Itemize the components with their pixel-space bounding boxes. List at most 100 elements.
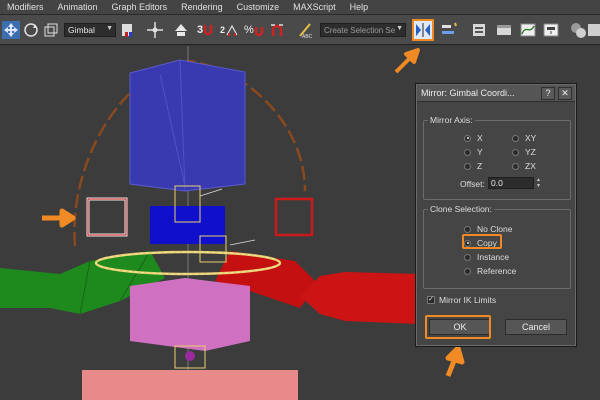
- axis-label-x: X: [477, 133, 483, 143]
- axis-radio-xy[interactable]: XY: [512, 133, 536, 143]
- clone-label-reference: Reference: [477, 266, 517, 276]
- axis-label-y: Y: [477, 147, 483, 157]
- rotate-tool[interactable]: [22, 20, 40, 40]
- layer-manager-button[interactable]: [470, 20, 488, 40]
- snaps-toggle-button[interactable]: 3: [197, 20, 213, 40]
- move-arrows-icon: [2, 21, 20, 39]
- rotate-icon: [24, 23, 38, 37]
- use-pivot-center-button[interactable]: [119, 20, 137, 40]
- menu-customize[interactable]: Customize: [230, 2, 287, 12]
- keyboard-shortcut-override-button[interactable]: [172, 20, 190, 40]
- help-button[interactable]: ?: [541, 87, 555, 100]
- menu-graph-editors[interactable]: Graph Editors: [105, 2, 175, 12]
- ribbon-icon: [497, 25, 511, 35]
- align-icon: [442, 22, 457, 34]
- curve-editor-button[interactable]: [519, 20, 537, 40]
- left-helper-box[interactable]: [86, 197, 128, 237]
- radio-selected-icon: [464, 134, 471, 142]
- curve-editor-icon: [520, 23, 536, 37]
- radio-icon: [512, 162, 519, 170]
- offset-spinner[interactable]: ▲ ▼: [535, 177, 542, 189]
- coord-system-value: Gimbal: [68, 25, 95, 35]
- red-right-leg-lower[interactable]: [300, 272, 420, 324]
- offset-input[interactable]: 0.0: [488, 177, 534, 189]
- scale-icon: [44, 23, 58, 37]
- align-button[interactable]: [440, 20, 458, 40]
- axis-label-yz: YZ: [525, 147, 536, 157]
- salmon-base-block[interactable]: [82, 370, 298, 400]
- mirror-ik-limits-checkbox[interactable]: ✓ Mirror IK Limits: [427, 295, 496, 305]
- render-setup-button[interactable]: [588, 20, 600, 40]
- named-selection-icon: ABC: [299, 23, 313, 39]
- mirror-dialog: Mirror: Gimbal Coordi... ? ✕ Mirror Axis…: [416, 84, 576, 346]
- scale-tool[interactable]: [42, 20, 60, 40]
- offset-value: 0.0: [491, 178, 503, 188]
- clone-label-no-clone: No Clone: [477, 224, 513, 234]
- menu-help[interactable]: Help: [343, 2, 376, 12]
- chevron-down-icon: ▼: [106, 25, 113, 32]
- named-selection-set-placeholder: Create Selection Se: [324, 25, 396, 35]
- mirror-axis-group: Mirror Axis: X Y Z XY YZ ZX Offset: 0.0 …: [423, 115, 571, 200]
- close-button[interactable]: ✕: [558, 87, 572, 100]
- menu-modifiers[interactable]: Modifiers: [0, 2, 51, 12]
- mirror-button[interactable]: [412, 19, 434, 41]
- annotation-arrow-mirror: [394, 48, 420, 74]
- blue-torso-upper[interactable]: [129, 59, 246, 192]
- manipulate-icon: [147, 22, 163, 38]
- spinner-snap-icon: [271, 24, 283, 36]
- named-selection-set-input[interactable]: Create Selection Se ▼: [320, 23, 406, 37]
- menu-maxscript[interactable]: MAXScript: [286, 2, 343, 12]
- annotation-arrow-helper: [42, 208, 76, 228]
- render-setup-icon: [588, 24, 600, 36]
- graphite-tools-button[interactable]: [495, 20, 513, 40]
- axis-label-xy: XY: [525, 133, 537, 143]
- checkbox-checked-icon: ✓: [427, 296, 435, 304]
- blue-pelvis-block[interactable]: [150, 206, 225, 244]
- chevron-down-icon: ▼: [396, 25, 403, 32]
- select-and-manipulate-button[interactable]: [146, 20, 164, 40]
- layers-icon: [473, 24, 485, 36]
- main-toolbar: Gimbal ▼ 3 2 % ABC Create Selection Se ▼: [0, 15, 600, 45]
- material-editor-button[interactable]: [569, 20, 587, 40]
- radio-icon: [512, 134, 519, 142]
- radio-icon: [512, 148, 519, 156]
- angle-snap-icon: [226, 24, 238, 36]
- radio-icon: [464, 267, 471, 275]
- percent-snap-label: %: [244, 24, 254, 36]
- material-editor-icon: [571, 23, 586, 38]
- edit-named-selection-button[interactable]: ABC: [297, 20, 315, 40]
- clone-radio-no-clone[interactable]: No Clone: [464, 224, 512, 234]
- spinner-snap-button[interactable]: [268, 20, 286, 40]
- mirror-icon: [416, 23, 430, 37]
- menu-rendering[interactable]: Rendering: [174, 2, 230, 12]
- axis-radio-zx[interactable]: ZX: [512, 161, 536, 171]
- dialog-title-bar[interactable]: Mirror: Gimbal Coordi... ? ✕: [417, 85, 575, 102]
- dialog-title: Mirror: Gimbal Coordi...: [421, 88, 515, 98]
- select-move-tool[interactable]: [2, 20, 20, 40]
- axis-radio-z[interactable]: Z: [464, 161, 482, 171]
- pink-lower-body[interactable]: [130, 278, 250, 351]
- radio-icon: [464, 253, 471, 261]
- radio-icon: [464, 225, 471, 233]
- coord-system-dropdown[interactable]: Gimbal ▼: [64, 23, 116, 37]
- annotation-arrow-ok: [445, 346, 465, 377]
- axis-radio-y[interactable]: Y: [464, 147, 483, 157]
- clone-radio-reference[interactable]: Reference: [464, 266, 516, 276]
- menu-bar: Modifiers Animation Graph Editors Render…: [0, 0, 600, 15]
- offset-label: Offset:: [460, 179, 485, 189]
- schematic-icon: [543, 23, 559, 37]
- right-helper-box[interactable]: [274, 197, 314, 237]
- axis-radio-yz[interactable]: YZ: [512, 147, 536, 157]
- menu-animation[interactable]: Animation: [51, 2, 105, 12]
- ok-highlight-box: [425, 315, 491, 339]
- snaps-2d-button[interactable]: 2: [220, 20, 239, 40]
- cancel-button[interactable]: Cancel: [505, 319, 567, 335]
- radio-icon: [464, 162, 471, 170]
- purple-joint: [185, 351, 195, 361]
- magnet-icon: [203, 25, 213, 36]
- clone-radio-instance[interactable]: Instance: [464, 252, 509, 262]
- axis-label-zx: ZX: [525, 161, 536, 171]
- schematic-view-button[interactable]: [542, 20, 560, 40]
- percent-snap-button[interactable]: %: [244, 20, 264, 40]
- axis-radio-x[interactable]: X: [464, 133, 483, 143]
